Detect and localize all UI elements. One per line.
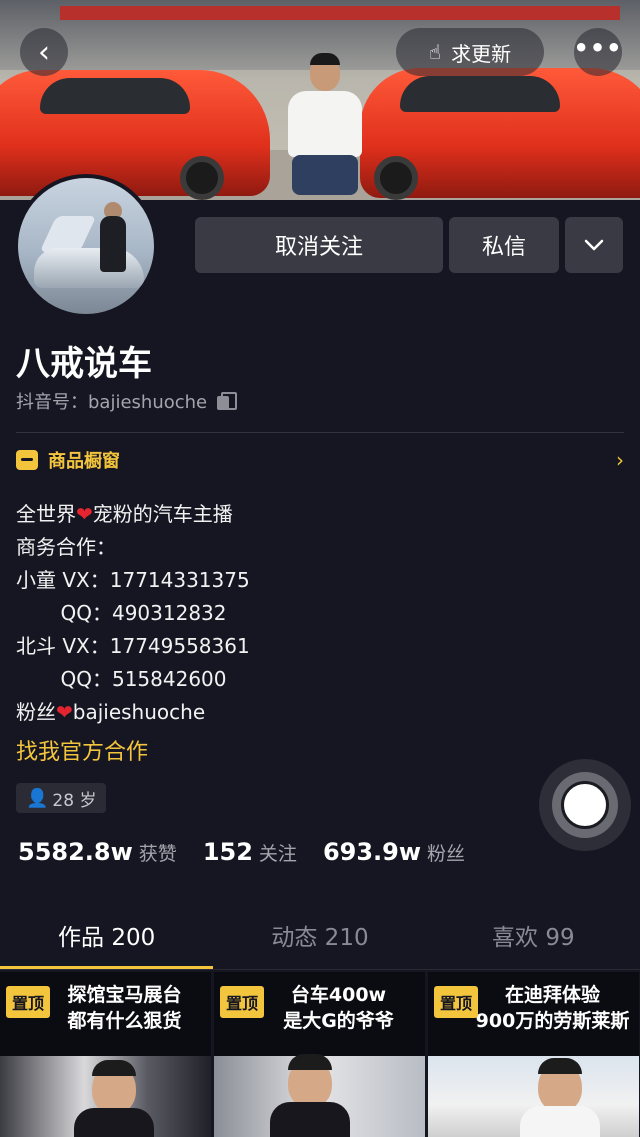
tab-works[interactable]: 作品 200: [0, 910, 213, 968]
bio-line: 商务合作：: [16, 535, 116, 559]
expand-recommendations-button[interactable]: [565, 217, 623, 273]
unfollow-button[interactable]: 取消关注: [195, 217, 443, 273]
following-stat[interactable]: 152 关注: [203, 838, 297, 866]
douyin-id-row[interactable]: 抖音号：bajieshuoche: [16, 388, 238, 414]
tab-activity[interactable]: 动态 210: [213, 910, 426, 968]
bio-line: 全世界❤宠粉的汽车主播: [16, 502, 233, 526]
active-tab-indicator: [0, 966, 213, 969]
avatar[interactable]: [14, 174, 158, 318]
official-cooperation-link[interactable]: 找我官方合作: [16, 734, 148, 766]
heart-icon: ❤: [56, 700, 73, 724]
likes-count: 5582.8w: [18, 838, 133, 866]
copy-icon[interactable]: [217, 392, 238, 410]
video-thumbnail: [0, 1056, 211, 1137]
chevron-down-icon: [584, 239, 604, 251]
pinned-badge: 置顶: [6, 986, 51, 1018]
following-label: 关注: [258, 843, 297, 865]
pinned-badge: 置顶: [220, 986, 265, 1018]
video-thumbnail: [428, 1056, 639, 1137]
red-car-left: [0, 70, 270, 200]
video-thumbnail: [214, 1054, 425, 1137]
followers-label: 粉丝: [427, 843, 466, 865]
direct-message-button[interactable]: 私信: [449, 217, 559, 273]
back-button[interactable]: ‹: [20, 28, 68, 76]
video-tile[interactable]: 置顶 探馆宝马展台 都有什么狠货: [0, 972, 211, 1137]
heart-icon: ❤: [76, 502, 93, 526]
bio-line: QQ：515842600: [16, 667, 227, 691]
record-button[interactable]: [539, 759, 631, 851]
following-count: 152: [202, 838, 253, 866]
profile-name: 八戒说车: [16, 344, 152, 384]
tab-divider: [0, 969, 640, 970]
age-tag: 👤 28 岁: [16, 783, 107, 813]
ellipsis-icon: •••: [573, 34, 623, 62]
bio-line: 北斗 VX：17749558361: [16, 634, 250, 658]
likes-label: 获赞: [138, 843, 177, 865]
content-tabs: 作品 200 动态 210 喜欢 99: [0, 910, 640, 968]
bio: 全世界❤宠粉的汽车主播 商务合作： 小童 VX：17714331375 QQ：4…: [16, 498, 250, 729]
divider: [16, 432, 624, 433]
likes-stat[interactable]: 5582.8w 获赞: [18, 838, 177, 866]
request-update-label: 求更新: [451, 41, 512, 66]
shop-icon: [16, 450, 38, 470]
video-tile[interactable]: 置顶 在迪拜体验 900万的劳斯莱斯: [428, 972, 639, 1137]
bio-line: 小童 VX：17714331375: [16, 568, 250, 592]
stats-row: 5582.8w 获赞 152 关注 693.9w 粉丝: [18, 838, 465, 866]
chevron-right-icon: ›: [616, 448, 624, 472]
product-showcase-label: 商品橱窗: [48, 451, 120, 472]
person-icon: 👤: [26, 787, 49, 809]
pinned-badge: 置顶: [434, 986, 479, 1018]
profile-cover-image: [0, 0, 640, 200]
bio-line: QQ：490312832: [16, 601, 227, 625]
video-tile[interactable]: 置顶 台车400w 是大G的爷爷: [214, 972, 425, 1137]
product-showcase-row[interactable]: 商品橱窗 ›: [16, 444, 624, 476]
tab-likes[interactable]: 喜欢 99: [427, 910, 640, 968]
cover-person: [280, 53, 370, 200]
hand-point-icon: ☝: [428, 40, 442, 64]
followers-count: 693.9w: [322, 838, 422, 866]
request-update-button[interactable]: ☝ 求更新: [396, 28, 544, 76]
red-car-right: [360, 68, 640, 200]
video-grid: 置顶 探馆宝马展台 都有什么狠货 置顶 台车400w 是大G的爷爷 置顶 在迪拜…: [0, 972, 640, 1137]
chevron-left-icon: ‹: [38, 34, 50, 70]
douyin-id: 抖音号：bajieshuoche: [16, 392, 208, 413]
bio-line: 粉丝❤bajieshuoche: [16, 700, 206, 724]
more-options-button[interactable]: •••: [573, 28, 623, 76]
age-label: 28 岁: [52, 790, 97, 811]
followers-stat[interactable]: 693.9w 粉丝: [323, 838, 465, 866]
